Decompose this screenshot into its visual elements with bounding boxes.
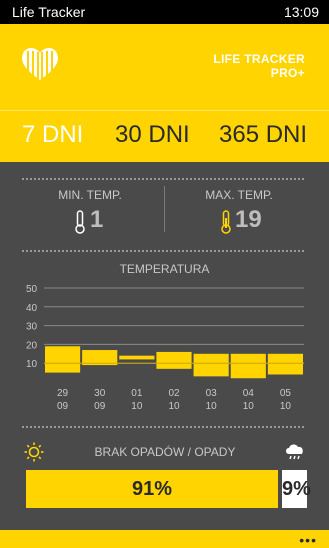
stat-divider: [164, 186, 165, 232]
max-temp-value: 19: [235, 206, 262, 233]
thermometer-hot-icon: [221, 210, 231, 234]
dotted-divider: [22, 426, 304, 428]
stats-panel: MIN. TEMP. 1 MAX. TEMP. 19 TEMPERATURA 5…: [0, 162, 329, 530]
min-temp-label: MIN. TEMP.: [58, 188, 122, 202]
tab-365-days[interactable]: 365 DNI: [219, 121, 307, 149]
min-temp-value: 1: [90, 206, 104, 233]
temperature-chart: 50 40 30 20 10 29 09 30 09 01 10 02 10 03 10 04 10 05 10: [26, 284, 304, 412]
tab-7-days[interactable]: 7 DNI: [22, 121, 83, 149]
clock: 13:09: [283, 4, 319, 20]
app-bar: •••: [0, 530, 329, 548]
x-tick-label: 10: [280, 401, 292, 412]
app-name-line1: LIFE TRACKER: [213, 52, 305, 66]
temperature-bar: [230, 353, 266, 379]
x-tick-label: 04: [243, 388, 255, 399]
sun-icon: [24, 442, 44, 462]
x-tick-label: 10: [168, 401, 180, 412]
y-tick-label: 50: [26, 284, 38, 295]
status-bar: Life Tracker 13:09: [0, 0, 329, 24]
tab-30-days[interactable]: 30 DNI: [115, 121, 190, 149]
dotted-divider: [22, 250, 304, 252]
app-name-line2: PRO+: [270, 66, 305, 80]
x-tick-label: 10: [131, 401, 143, 412]
app-title: Life Tracker: [12, 4, 86, 20]
x-tick-label: 09: [94, 401, 106, 412]
y-tick-label: 40: [26, 303, 38, 314]
dry-days-bar: 91%: [26, 470, 278, 508]
thermometer-icon: [75, 210, 85, 234]
max-temp-label: MAX. TEMP.: [205, 188, 273, 202]
header: LIFE TRACKER PRO+: [0, 24, 329, 110]
temperature-bar: [119, 355, 155, 360]
app-name: LIFE TRACKER PRO+: [213, 52, 305, 80]
rain-title: BRAK OPADÓW / OPADY: [94, 445, 236, 459]
rain-days-bar: 9%: [282, 470, 311, 508]
x-tick-label: 05: [280, 388, 292, 399]
y-tick-label: 20: [26, 340, 38, 351]
x-tick-label: 10: [243, 401, 255, 412]
dotted-divider: [22, 178, 304, 180]
x-tick-label: 01: [131, 388, 143, 399]
chart-title: TEMPERATURA: [119, 262, 210, 276]
x-tick-label: 09: [57, 401, 69, 412]
x-tick-label: 03: [206, 388, 218, 399]
temperature-bar: [156, 351, 192, 369]
y-tick-label: 30: [26, 322, 38, 333]
heart-logo-icon: [22, 48, 58, 80]
temperature-bar: [267, 353, 303, 375]
x-tick-label: 29: [57, 388, 69, 399]
x-tick-label: 30: [94, 388, 106, 399]
rain-cloud-icon: [286, 444, 303, 460]
period-tabs: 7 DNI 30 DNI 365 DNI: [0, 110, 329, 162]
x-tick-label: 02: [168, 388, 180, 399]
temperature-bar: [45, 346, 81, 373]
more-options-button[interactable]: •••: [299, 532, 317, 548]
y-tick-label: 10: [26, 359, 38, 370]
temperature-bar: [193, 353, 229, 377]
x-tick-label: 10: [206, 401, 218, 412]
